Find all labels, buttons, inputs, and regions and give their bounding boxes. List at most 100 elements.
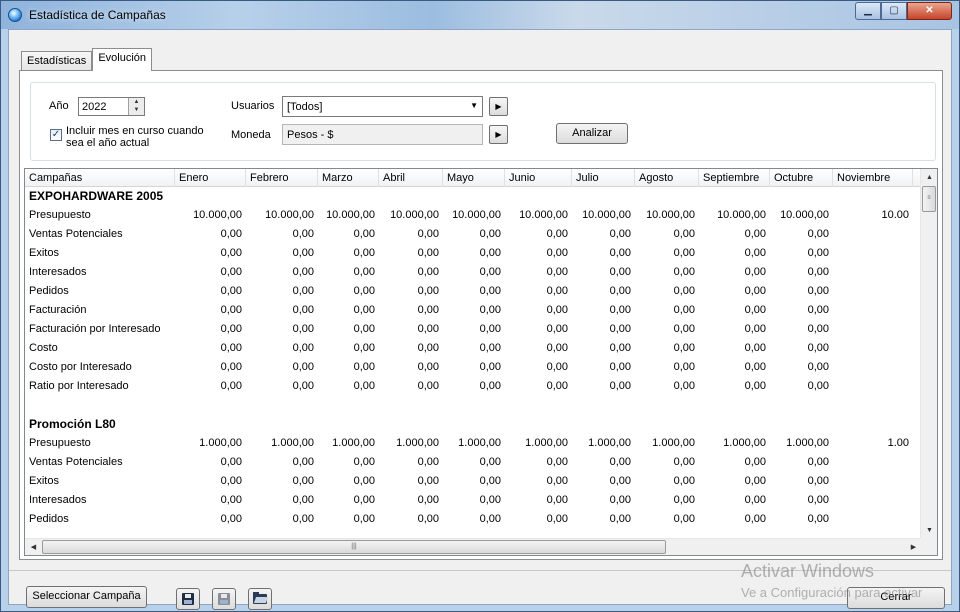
close-window-button[interactable]: ✕ (907, 2, 952, 20)
currency-label: Moneda (231, 129, 271, 141)
table-cell: 0,00 (479, 304, 501, 316)
table-cell: 0,00 (220, 342, 242, 354)
save-disabled-button[interactable] (212, 588, 236, 610)
users-go-button[interactable]: ▶ (489, 97, 508, 116)
table-cell: 0,00 (353, 475, 375, 487)
chevron-down-icon[interactable]: ▼ (470, 101, 478, 110)
table-cell: 0,00 (479, 513, 501, 525)
metric-name: Facturación por Interesado (29, 323, 161, 335)
scroll-left-icon[interactable]: ◀ (25, 539, 42, 555)
scroll-corner (920, 538, 937, 555)
table-cell: 10.000,00 (717, 209, 766, 221)
table-row[interactable]: Interesados 0,00 0,00 0,00 0,00 0,00 0,00 0,00 0… (25, 491, 922, 510)
vertical-scrollbar[interactable]: ▲ ≡ ▼ (920, 169, 937, 539)
title-bar[interactable]: Estadística de Campañas ▁ ▢ ✕ (1, 1, 959, 29)
table-cell: 10.000,00 (519, 209, 568, 221)
horizontal-scroll-thumb[interactable]: ||| (42, 540, 666, 554)
column-header[interactable]: Agosto (635, 169, 699, 187)
scroll-down-icon[interactable]: ▼ (921, 522, 937, 539)
table-cell: 0,00 (292, 247, 314, 259)
table-row[interactable]: Interesados 0,00 0,00 0,00 0,00 0,00 0,00 0,00 0… (25, 263, 922, 282)
table-cell (833, 510, 909, 529)
evolution-grid[interactable]: Campañas Enero Febrero Marzo Abril Mayo Junio J… (24, 168, 938, 556)
metric-name: Interesados (29, 494, 87, 506)
column-header[interactable]: Mayo (443, 169, 505, 187)
metric-name: Interesados (29, 266, 87, 278)
table-row[interactable]: Ventas Potenciales 0,00 0,00 0,00 0,00 0,00 0,… (25, 453, 922, 472)
table-row[interactable]: Facturación 0,00 0,00 0,00 0,00 0,00 0,00 0,00 0… (25, 301, 922, 320)
table-cell: 1.000,00 (723, 437, 766, 449)
table-row[interactable]: Pedidos 0,00 0,00 0,00 0,00 0,00 0,00 0,00 0,00 0… (25, 282, 922, 301)
column-header[interactable]: Septiembre (699, 169, 770, 187)
table-cell: 10.000,00 (326, 209, 375, 221)
scroll-up-icon[interactable]: ▲ (921, 169, 937, 186)
table-row[interactable]: Pedidos 0,00 0,00 0,00 0,00 0,00 0,00 0,00 0,00 0… (25, 510, 922, 529)
year-spinner[interactable]: 2022 ▲ ▼ (78, 97, 145, 116)
metric-name: Costo (29, 342, 58, 354)
table-cell: 0,00 (744, 304, 766, 316)
column-header[interactable]: Octubre (770, 169, 833, 187)
currency-field[interactable]: Pesos - $ (282, 124, 483, 145)
horizontal-scrollbar[interactable]: ◀ ||| ▶ (25, 538, 922, 555)
tab-estadisticas[interactable]: Estadísticas (21, 51, 93, 71)
metric-name: Exitos (29, 247, 59, 259)
campaign-group-row[interactable]: EXPOHARDWARE 2005 (25, 187, 922, 206)
table-cell: 10.000,00 (646, 209, 695, 221)
column-header[interactable]: Noviembre (833, 169, 913, 187)
table-cell: 0,00 (292, 323, 314, 335)
table-cell: 0,00 (479, 266, 501, 278)
table-row[interactable]: Costo por Interesado 0,00 0,00 0,00 0,00 0,00… (25, 358, 922, 377)
table-cell: 1.000,00 (525, 437, 568, 449)
table-cell: 10.000,00 (193, 209, 242, 221)
table-row[interactable]: Exitos 0,00 0,00 0,00 0,00 0,00 0,00 0,00 0,00 0,… (25, 244, 922, 263)
table-row[interactable]: Exitos 0,00 0,00 0,00 0,00 0,00 0,00 0,00 0,00 0,… (25, 472, 922, 491)
spin-down-icon[interactable]: ▼ (129, 106, 144, 114)
table-row[interactable] (25, 396, 922, 415)
table-cell: 0,00 (546, 323, 568, 335)
spin-up-icon[interactable]: ▲ (129, 98, 144, 106)
tab-evolucion[interactable]: Evolución (92, 48, 153, 71)
table-cell: 0,00 (292, 228, 314, 240)
table-row[interactable]: Presupuesto 10.000,00 10.000,00 10.000,00 10… (25, 206, 922, 225)
table-row[interactable]: Costo 0,00 0,00 0,00 0,00 0,00 0,00 0,00 0,00 0,0… (25, 339, 922, 358)
table-cell: 0,00 (673, 247, 695, 259)
vertical-scroll-thumb[interactable]: ≡ (922, 186, 936, 212)
table-cell: 0,00 (292, 361, 314, 373)
table-row[interactable]: Ventas Potenciales 0,00 0,00 0,00 0,00 0,00 0,… (25, 225, 922, 244)
column-header[interactable]: Campañas (25, 169, 175, 187)
play-icon: ▶ (495, 130, 502, 139)
open-button[interactable] (248, 588, 272, 610)
table-cell: 0,00 (673, 342, 695, 354)
campaign-name: EXPOHARDWARE 2005 (29, 189, 164, 203)
table-cell: 0,00 (673, 475, 695, 487)
column-header[interactable]: Julio (572, 169, 635, 187)
column-header[interactable]: Enero (175, 169, 246, 187)
column-header[interactable]: Junio (505, 169, 572, 187)
select-campaign-button[interactable]: Seleccionar Campaña (26, 586, 147, 608)
table-cell: 0,00 (220, 266, 242, 278)
window-title: Estadística de Campañas (29, 8, 166, 22)
activation-watermark-title: Activar Windows (741, 561, 875, 581)
include-current-month-checkbox[interactable]: ✓ (50, 129, 62, 141)
analyze-button[interactable]: Analizar (556, 123, 628, 144)
table-cell: 0,00 (417, 361, 439, 373)
table-cell: 0,00 (546, 380, 568, 392)
users-dropdown[interactable]: [Todos] ▼ (282, 96, 483, 117)
maximize-button[interactable]: ▢ (881, 2, 907, 20)
table-row[interactable]: Presupuesto 1.000,00 1.000,00 1.000,00 1.000… (25, 434, 922, 453)
table-row[interactable]: Facturación por Interesado 0,00 0,00 0,00 0,… (25, 320, 922, 339)
table-cell: 0,00 (546, 494, 568, 506)
table-cell: 0,00 (673, 228, 695, 240)
currency-go-button[interactable]: ▶ (489, 125, 508, 144)
table-cell: 0,00 (609, 304, 631, 316)
minimize-button[interactable]: ▁ (855, 2, 881, 20)
table-row[interactable]: Ratio por Interesado 0,00 0,00 0,00 0,00 0,00… (25, 377, 922, 396)
year-value[interactable]: 2022 (82, 101, 106, 113)
column-header[interactable]: Febrero (246, 169, 318, 187)
table-cell: 0,00 (479, 285, 501, 297)
save-button[interactable] (176, 588, 200, 610)
table-cell: 0,00 (479, 494, 501, 506)
column-header[interactable]: Marzo (318, 169, 379, 187)
campaign-group-row[interactable]: Promoción L80 (25, 415, 922, 434)
column-header[interactable]: Abril (379, 169, 443, 187)
